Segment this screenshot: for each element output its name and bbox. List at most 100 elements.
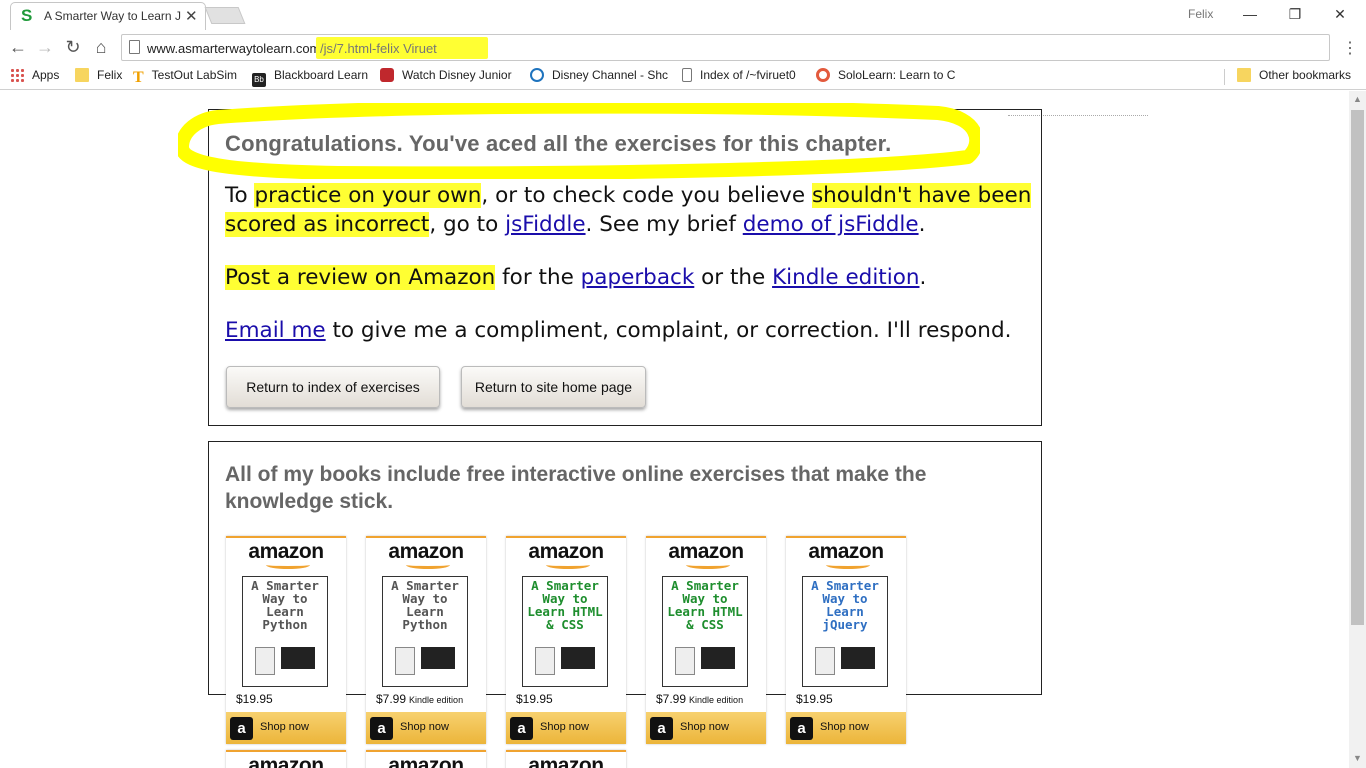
forward-icon[interactable]: →: [33, 36, 57, 60]
book-price: $7.99 Kindle edition: [656, 692, 743, 706]
highlight: shouldn't have been: [811, 183, 1032, 208]
site-favicon-icon: S: [21, 6, 33, 25]
tablet-icon: [675, 647, 695, 675]
jsfiddle-demo-link[interactable]: demo of jsFiddle: [743, 212, 919, 237]
bookmark-disney-junior[interactable]: Watch Disney Junior: [380, 68, 512, 86]
book-cover[interactable]: A Smarter Way to Learn jQuery: [802, 576, 888, 687]
home-icon[interactable]: ⌂: [89, 36, 113, 60]
bookmark-apps[interactable]: Apps: [10, 68, 59, 86]
browser-toolbar: ← → ↻ ⌂ www.asmarterwaytolearn.com /js/7…: [0, 33, 1366, 63]
tab-title: A Smarter Way to Learn J: [44, 9, 181, 23]
book-card-partial: amazon: [366, 750, 486, 768]
disney-junior-icon: [380, 68, 394, 82]
price-value: $19.95: [516, 692, 553, 706]
price-value: $7.99: [656, 692, 687, 706]
new-tab-button[interactable]: [204, 7, 246, 24]
amazon-smile-icon: [546, 561, 590, 569]
amazon-smile-icon: [266, 561, 310, 569]
amazon-a-icon: a: [370, 717, 393, 740]
price-value: $7.99: [376, 692, 407, 706]
email-link[interactable]: Email me: [225, 318, 326, 343]
bookmarks-bar: Apps Felix T TestOut LabSim Bb Blackboard …: [0, 63, 1366, 90]
shop-now-label: Shop now: [680, 721, 729, 733]
amazon-logo: amazon: [248, 754, 324, 768]
book-card: amazon A Smarter Way to Learn Python $19.9…: [226, 536, 346, 744]
menu-icon[interactable]: ⋮: [1342, 38, 1358, 58]
kindle-edition-link[interactable]: Kindle edition: [772, 265, 919, 290]
bookmark-other[interactable]: Other bookmarks: [1237, 68, 1351, 86]
reload-icon[interactable]: ↻: [61, 36, 85, 60]
return-home-button[interactable]: Return to site home page: [461, 366, 646, 408]
books-heading: All of my books include free interactive…: [225, 463, 927, 513]
laptop-icon: [281, 647, 315, 669]
blackboard-icon: Bb: [252, 73, 266, 87]
shop-now-button[interactable]: a Shop now: [226, 712, 346, 744]
folder-icon: [1237, 68, 1251, 82]
scroll-down-icon[interactable]: ▼: [1353, 753, 1362, 763]
back-icon[interactable]: ←: [6, 36, 30, 60]
browser-tab[interactable]: S A Smarter Way to Learn J ✕: [10, 2, 206, 30]
book-cover[interactable]: A Smarter Way to Learn HTML & CSS: [662, 576, 748, 687]
amazon-logo: amazon: [388, 754, 464, 768]
apps-grid-icon: [10, 68, 24, 82]
price-value: $19.95: [236, 692, 273, 706]
price-value: $19.95: [796, 692, 833, 706]
bookmark-index[interactable]: Index of /~fviruet0: [682, 68, 796, 86]
highlight: Post a review on Amazon: [225, 265, 496, 290]
edition-label: Kindle edition: [689, 695, 744, 705]
book-price: $19.95: [796, 692, 833, 706]
close-window-icon[interactable]: ✕: [1320, 2, 1360, 28]
highlight: practice on your own: [254, 183, 482, 208]
laptop-icon: [561, 647, 595, 669]
shop-now-button[interactable]: a Shop now: [786, 712, 906, 744]
restore-icon[interactable]: ❐: [1275, 2, 1315, 28]
book-card: amazon A Smarter Way to Learn Python $7.99…: [366, 536, 486, 744]
testout-icon: T: [133, 69, 144, 86]
paperback-link[interactable]: paperback: [581, 265, 695, 290]
book-price: $19.95: [236, 692, 273, 706]
bookmark-blackboard[interactable]: Bb Blackboard Learn: [252, 68, 368, 87]
bookmark-testout[interactable]: T TestOut LabSim: [133, 68, 237, 86]
bookmark-felix[interactable]: Felix: [75, 68, 122, 86]
sololearn-icon: [816, 68, 830, 82]
vertical-scrollbar[interactable]: ▲ ▼: [1349, 91, 1366, 768]
laptop-icon: [701, 647, 735, 669]
profile-name[interactable]: Felix: [1188, 7, 1213, 21]
book-cover[interactable]: A Smarter Way to Learn HTML & CSS: [522, 576, 608, 687]
disney-channel-icon: [530, 68, 544, 82]
page-icon: [682, 68, 692, 82]
return-index-button[interactable]: Return to index of exercises: [226, 366, 440, 408]
jsfiddle-link[interactable]: jsFiddle: [505, 212, 585, 237]
scroll-up-icon[interactable]: ▲: [1353, 94, 1362, 104]
shop-now-button[interactable]: a Shop now: [506, 712, 626, 744]
amazon-logo: amazon: [528, 754, 604, 768]
yellow-marker-annotation: [178, 103, 980, 179]
minimize-icon[interactable]: —: [1230, 2, 1270, 28]
book-card-partial: amazon: [506, 750, 626, 768]
address-bar[interactable]: www.asmarterwaytolearn.com /js/7.html-fe…: [121, 34, 1330, 61]
book-cover[interactable]: A Smarter Way to Learn Python: [382, 576, 468, 687]
shop-now-button[interactable]: a Shop now: [646, 712, 766, 744]
tablet-icon: [255, 647, 275, 675]
email-paragraph: Email me to give me a compliment, compla…: [225, 318, 1012, 343]
book-cover-title: A Smarter Way to Learn Python: [391, 578, 459, 632]
close-tab-icon[interactable]: ✕: [185, 7, 198, 25]
bookmarks-divider: [1224, 69, 1225, 85]
shop-now-label: Shop now: [540, 721, 589, 733]
shop-now-label: Shop now: [260, 721, 309, 733]
page-info-icon[interactable]: [129, 40, 140, 54]
bookmark-sololearn[interactable]: SoloLearn: Learn to C: [816, 68, 955, 86]
shop-now-label: Shop now: [400, 721, 449, 733]
bookmark-disney-channel[interactable]: Disney Channel - Shc: [530, 68, 668, 86]
tablet-icon: [395, 647, 415, 675]
amazon-smile-icon: [686, 561, 730, 569]
shop-now-button[interactable]: a Shop now: [366, 712, 486, 744]
amazon-a-icon: a: [510, 717, 533, 740]
url-host: www.asmarterwaytolearn.com: [147, 41, 321, 56]
page-viewport: Congratulations. You've aced all the exe…: [0, 91, 1349, 768]
scroll-thumb[interactable]: [1351, 110, 1364, 625]
book-cover[interactable]: A Smarter Way to Learn Python: [242, 576, 328, 687]
amazon-a-icon: a: [230, 717, 253, 740]
shop-now-label: Shop now: [820, 721, 869, 733]
url-path: /js/7.html-felix Viruet: [320, 41, 437, 56]
